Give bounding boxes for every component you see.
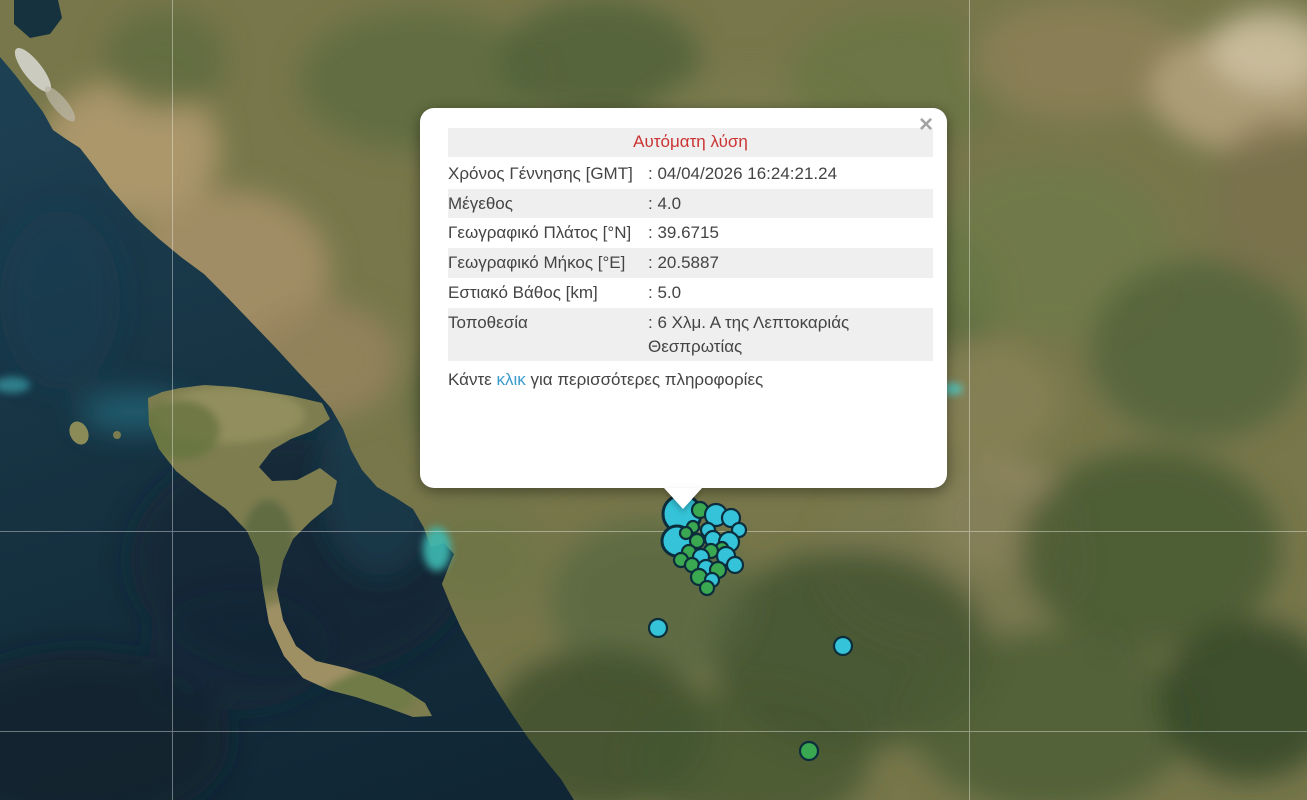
- earthquake-marker[interactable]: [727, 557, 743, 573]
- row-label: Χρόνος Γέννησης [GMT]: [448, 162, 648, 186]
- earthquake-marker[interactable]: [800, 742, 818, 760]
- row-value: : 04/04/2026 16:24:21.24: [648, 162, 933, 186]
- row-label: Τοποθεσία: [448, 311, 648, 359]
- table-row: Χρόνος Γέννησης [GMT] : 04/04/2026 16:24…: [448, 159, 933, 189]
- footer-text: Κάντε: [448, 370, 496, 389]
- popup-pointer: [664, 488, 702, 509]
- row-value: : 4.0: [648, 192, 933, 216]
- row-value: : 39.6715: [648, 221, 933, 245]
- row-value: : 6 Χλμ. Α της Λεπτοκαριάς Θεσπρωτίας: [648, 311, 933, 359]
- close-icon[interactable]: ×: [916, 116, 936, 136]
- row-value: : 5.0: [648, 281, 933, 305]
- row-label: Εστιακό Βάθος [km]: [448, 281, 648, 305]
- earthquake-popup: × Αυτόματη λύση Χρόνος Γέννησης [GMT] : …: [420, 108, 947, 488]
- row-label: Μέγεθος: [448, 192, 648, 216]
- klik-link[interactable]: κλικ: [496, 370, 525, 389]
- earthquake-marker[interactable]: [680, 527, 692, 539]
- table-row: Γεωγραφικό Πλάτος [°N] : 39.6715: [448, 218, 933, 248]
- table-row: Γεωγραφικό Μήκος [°E] : 20.5887: [448, 248, 933, 278]
- popup-footer: Κάντε κλικ για περισσότερες πληροφορίες: [448, 368, 933, 392]
- table-row: Εστιακό Βάθος [km] : 5.0: [448, 278, 933, 308]
- table-row: Μέγεθος : 4.0: [448, 189, 933, 219]
- popup-title: Αυτόματη λύση: [448, 128, 933, 157]
- row-value: : 20.5887: [648, 251, 933, 275]
- footer-text: για περισσότερες πληροφορίες: [526, 370, 763, 389]
- row-label: Γεωγραφικό Μήκος [°E]: [448, 251, 648, 275]
- earthquake-marker[interactable]: [834, 637, 852, 655]
- islet: [113, 431, 121, 439]
- popup-rows: Χρόνος Γέννησης [GMT] : 04/04/2026 16:24…: [448, 159, 933, 362]
- table-row: Τοποθεσία : 6 Χλμ. Α της Λεπτοκαριάς Θεσ…: [448, 308, 933, 362]
- map-viewer: × Αυτόματη λύση Χρόνος Γέννησης [GMT] : …: [0, 0, 1307, 800]
- earthquake-marker[interactable]: [700, 581, 714, 595]
- earthquake-marker[interactable]: [649, 619, 667, 637]
- row-label: Γεωγραφικό Πλάτος [°N]: [448, 221, 648, 245]
